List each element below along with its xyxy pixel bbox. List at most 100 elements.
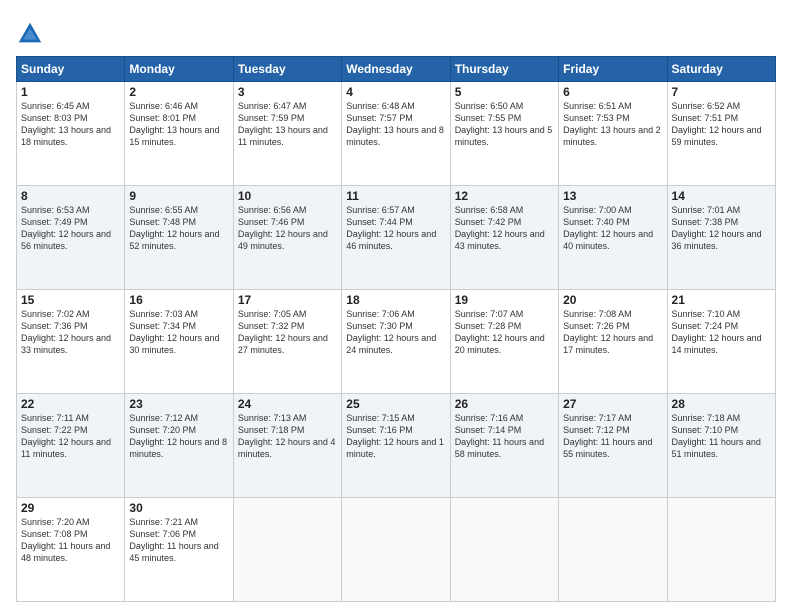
- calendar-table: SundayMondayTuesdayWednesdayThursdayFrid…: [16, 56, 776, 602]
- day-details: Sunrise: 7:16 AMSunset: 7:14 PMDaylight:…: [455, 412, 554, 461]
- day-details: Sunrise: 6:58 AMSunset: 7:42 PMDaylight:…: [455, 204, 554, 253]
- day-header-tuesday: Tuesday: [233, 57, 341, 82]
- day-header-wednesday: Wednesday: [342, 57, 450, 82]
- day-number: 16: [129, 293, 228, 307]
- calendar-cell: 20 Sunrise: 7:08 AMSunset: 7:26 PMDaylig…: [559, 290, 667, 394]
- calendar-cell: 9 Sunrise: 6:55 AMSunset: 7:48 PMDayligh…: [125, 186, 233, 290]
- calendar-cell: 24 Sunrise: 7:13 AMSunset: 7:18 PMDaylig…: [233, 394, 341, 498]
- day-header-monday: Monday: [125, 57, 233, 82]
- day-details: Sunrise: 7:20 AMSunset: 7:08 PMDaylight:…: [21, 516, 120, 565]
- day-header-sunday: Sunday: [17, 57, 125, 82]
- day-number: 10: [238, 189, 337, 203]
- calendar-cell: 21 Sunrise: 7:10 AMSunset: 7:24 PMDaylig…: [667, 290, 775, 394]
- calendar-cell: 26 Sunrise: 7:16 AMSunset: 7:14 PMDaylig…: [450, 394, 558, 498]
- calendar-cell: 6 Sunrise: 6:51 AMSunset: 7:53 PMDayligh…: [559, 82, 667, 186]
- header-row: SundayMondayTuesdayWednesdayThursdayFrid…: [17, 57, 776, 82]
- day-details: Sunrise: 7:21 AMSunset: 7:06 PMDaylight:…: [129, 516, 228, 565]
- day-details: Sunrise: 7:01 AMSunset: 7:38 PMDaylight:…: [672, 204, 771, 253]
- calendar-cell: 12 Sunrise: 6:58 AMSunset: 7:42 PMDaylig…: [450, 186, 558, 290]
- calendar-cell: 3 Sunrise: 6:47 AMSunset: 7:59 PMDayligh…: [233, 82, 341, 186]
- calendar-cell: 4 Sunrise: 6:48 AMSunset: 7:57 PMDayligh…: [342, 82, 450, 186]
- day-number: 3: [238, 85, 337, 99]
- logo-icon: [16, 20, 44, 48]
- calendar-cell: 8 Sunrise: 6:53 AMSunset: 7:49 PMDayligh…: [17, 186, 125, 290]
- day-details: Sunrise: 6:57 AMSunset: 7:44 PMDaylight:…: [346, 204, 445, 253]
- week-row-4: 22 Sunrise: 7:11 AMSunset: 7:22 PMDaylig…: [17, 394, 776, 498]
- day-details: Sunrise: 7:05 AMSunset: 7:32 PMDaylight:…: [238, 308, 337, 357]
- day-details: Sunrise: 6:46 AMSunset: 8:01 PMDaylight:…: [129, 100, 228, 149]
- day-number: 9: [129, 189, 228, 203]
- day-details: Sunrise: 7:07 AMSunset: 7:28 PMDaylight:…: [455, 308, 554, 357]
- calendar-cell: 15 Sunrise: 7:02 AMSunset: 7:36 PMDaylig…: [17, 290, 125, 394]
- day-details: Sunrise: 7:00 AMSunset: 7:40 PMDaylight:…: [563, 204, 662, 253]
- day-number: 8: [21, 189, 120, 203]
- day-number: 19: [455, 293, 554, 307]
- week-row-1: 1 Sunrise: 6:45 AMSunset: 8:03 PMDayligh…: [17, 82, 776, 186]
- calendar-cell: 27 Sunrise: 7:17 AMSunset: 7:12 PMDaylig…: [559, 394, 667, 498]
- day-details: Sunrise: 7:03 AMSunset: 7:34 PMDaylight:…: [129, 308, 228, 357]
- day-details: Sunrise: 6:48 AMSunset: 7:57 PMDaylight:…: [346, 100, 445, 149]
- day-number: 5: [455, 85, 554, 99]
- day-number: 11: [346, 189, 445, 203]
- calendar-cell: 19 Sunrise: 7:07 AMSunset: 7:28 PMDaylig…: [450, 290, 558, 394]
- day-details: Sunrise: 7:13 AMSunset: 7:18 PMDaylight:…: [238, 412, 337, 461]
- day-number: 20: [563, 293, 662, 307]
- day-number: 12: [455, 189, 554, 203]
- day-number: 26: [455, 397, 554, 411]
- day-header-friday: Friday: [559, 57, 667, 82]
- page: SundayMondayTuesdayWednesdayThursdayFrid…: [0, 0, 792, 612]
- calendar-cell: 16 Sunrise: 7:03 AMSunset: 7:34 PMDaylig…: [125, 290, 233, 394]
- day-details: Sunrise: 7:08 AMSunset: 7:26 PMDaylight:…: [563, 308, 662, 357]
- day-details: Sunrise: 6:55 AMSunset: 7:48 PMDaylight:…: [129, 204, 228, 253]
- calendar-cell: 29 Sunrise: 7:20 AMSunset: 7:08 PMDaylig…: [17, 498, 125, 602]
- calendar-cell: [559, 498, 667, 602]
- calendar-cell: 30 Sunrise: 7:21 AMSunset: 7:06 PMDaylig…: [125, 498, 233, 602]
- calendar-cell: 23 Sunrise: 7:12 AMSunset: 7:20 PMDaylig…: [125, 394, 233, 498]
- day-number: 4: [346, 85, 445, 99]
- day-details: Sunrise: 7:06 AMSunset: 7:30 PMDaylight:…: [346, 308, 445, 357]
- calendar-cell: 10 Sunrise: 6:56 AMSunset: 7:46 PMDaylig…: [233, 186, 341, 290]
- day-number: 29: [21, 501, 120, 515]
- day-details: Sunrise: 6:47 AMSunset: 7:59 PMDaylight:…: [238, 100, 337, 149]
- day-details: Sunrise: 7:12 AMSunset: 7:20 PMDaylight:…: [129, 412, 228, 461]
- day-details: Sunrise: 6:53 AMSunset: 7:49 PMDaylight:…: [21, 204, 120, 253]
- day-number: 21: [672, 293, 771, 307]
- day-number: 14: [672, 189, 771, 203]
- day-number: 22: [21, 397, 120, 411]
- day-header-saturday: Saturday: [667, 57, 775, 82]
- day-number: 24: [238, 397, 337, 411]
- calendar-cell: 1 Sunrise: 6:45 AMSunset: 8:03 PMDayligh…: [17, 82, 125, 186]
- day-details: Sunrise: 7:15 AMSunset: 7:16 PMDaylight:…: [346, 412, 445, 461]
- day-number: 30: [129, 501, 228, 515]
- day-details: Sunrise: 7:11 AMSunset: 7:22 PMDaylight:…: [21, 412, 120, 461]
- header: [16, 16, 776, 48]
- day-number: 15: [21, 293, 120, 307]
- day-number: 23: [129, 397, 228, 411]
- day-number: 27: [563, 397, 662, 411]
- calendar-cell: 7 Sunrise: 6:52 AMSunset: 7:51 PMDayligh…: [667, 82, 775, 186]
- calendar-cell: 13 Sunrise: 7:00 AMSunset: 7:40 PMDaylig…: [559, 186, 667, 290]
- day-details: Sunrise: 6:50 AMSunset: 7:55 PMDaylight:…: [455, 100, 554, 149]
- calendar-cell: 2 Sunrise: 6:46 AMSunset: 8:01 PMDayligh…: [125, 82, 233, 186]
- day-number: 6: [563, 85, 662, 99]
- day-header-thursday: Thursday: [450, 57, 558, 82]
- calendar-cell: [233, 498, 341, 602]
- day-details: Sunrise: 7:17 AMSunset: 7:12 PMDaylight:…: [563, 412, 662, 461]
- day-number: 28: [672, 397, 771, 411]
- day-details: Sunrise: 7:10 AMSunset: 7:24 PMDaylight:…: [672, 308, 771, 357]
- calendar-cell: 28 Sunrise: 7:18 AMSunset: 7:10 PMDaylig…: [667, 394, 775, 498]
- day-details: Sunrise: 6:45 AMSunset: 8:03 PMDaylight:…: [21, 100, 120, 149]
- day-number: 17: [238, 293, 337, 307]
- calendar-cell: [450, 498, 558, 602]
- calendar-cell: [342, 498, 450, 602]
- day-details: Sunrise: 7:02 AMSunset: 7:36 PMDaylight:…: [21, 308, 120, 357]
- day-details: Sunrise: 6:52 AMSunset: 7:51 PMDaylight:…: [672, 100, 771, 149]
- calendar-cell: 5 Sunrise: 6:50 AMSunset: 7:55 PMDayligh…: [450, 82, 558, 186]
- calendar-cell: 11 Sunrise: 6:57 AMSunset: 7:44 PMDaylig…: [342, 186, 450, 290]
- calendar-cell: 18 Sunrise: 7:06 AMSunset: 7:30 PMDaylig…: [342, 290, 450, 394]
- calendar-cell: 25 Sunrise: 7:15 AMSunset: 7:16 PMDaylig…: [342, 394, 450, 498]
- week-row-5: 29 Sunrise: 7:20 AMSunset: 7:08 PMDaylig…: [17, 498, 776, 602]
- day-number: 2: [129, 85, 228, 99]
- day-number: 18: [346, 293, 445, 307]
- week-row-2: 8 Sunrise: 6:53 AMSunset: 7:49 PMDayligh…: [17, 186, 776, 290]
